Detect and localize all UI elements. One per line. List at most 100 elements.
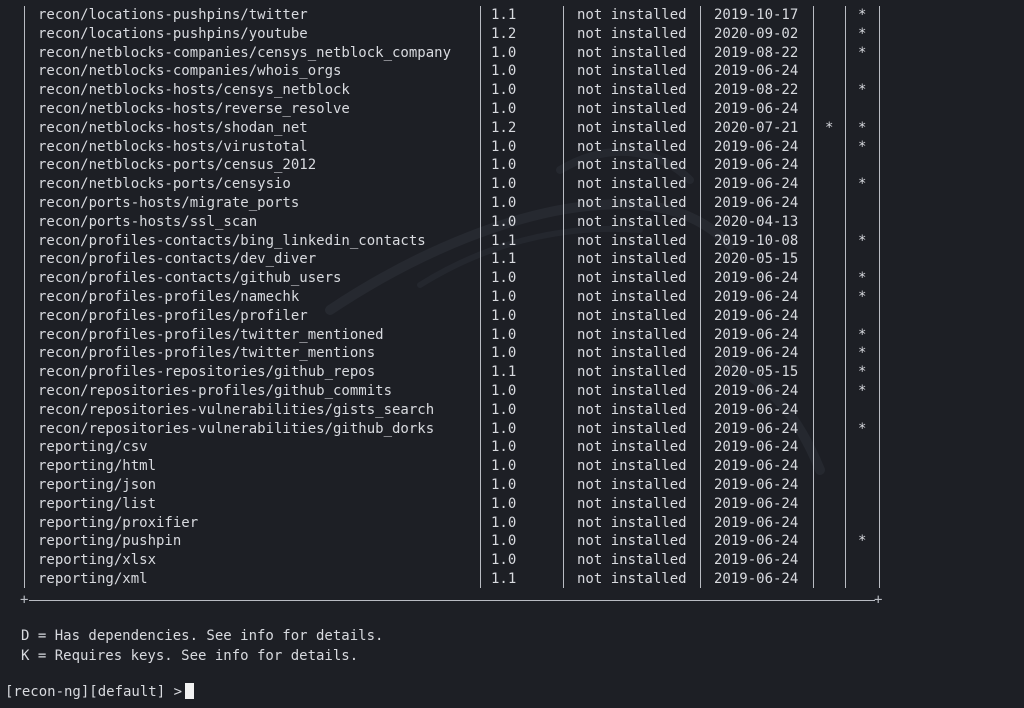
module-updated: 2019-06-24 <box>714 345 799 362</box>
module-status: not installed <box>577 119 687 136</box>
module-updated: 2019-06-24 <box>714 157 799 174</box>
table-corner-left: + <box>20 592 29 608</box>
module-status: not installed <box>577 514 687 531</box>
module-name: recon/locations-pushpins/youtube <box>38 25 308 42</box>
module-updated: 2019-06-24 <box>714 176 799 193</box>
module-updated: 2019-08-22 <box>714 82 799 99</box>
table-row: recon/netblocks-companies/whois_orgs 1.0 n… <box>0 62 900 81</box>
module-status: not installed <box>577 495 687 512</box>
module-version: 1.0 <box>491 101 517 117</box>
table-row: reporting/list 1.0 not installed 2019-06-24 <box>0 495 900 514</box>
module-status: not installed <box>577 477 687 493</box>
module-keys-flag: * <box>858 289 867 305</box>
module-name: recon/netblocks-hosts/reverse_resolve <box>38 101 350 117</box>
module-name: reporting/pushpin <box>38 533 182 550</box>
module-version: 1.0 <box>491 326 517 343</box>
table-row: recon/profiles-profiles/profiler 1.0 not i… <box>0 307 900 326</box>
module-version: 1.0 <box>491 495 517 512</box>
module-status: not installed <box>577 213 687 230</box>
module-keys-flag: * <box>858 176 867 193</box>
module-version: 1.0 <box>491 82 517 99</box>
module-keys-flag: * <box>858 533 867 550</box>
module-status: not installed <box>577 439 687 456</box>
module-status: not installed <box>577 383 687 399</box>
module-version: 1.0 <box>491 458 517 475</box>
module-version: 1.0 <box>491 552 517 569</box>
module-updated: 2019-06-24 <box>714 458 799 475</box>
module-version: 1.0 <box>491 195 517 211</box>
module-updated: 2019-06-24 <box>714 401 799 418</box>
module-name: reporting/xlsx <box>38 552 157 569</box>
module-name: reporting/html <box>38 458 157 475</box>
module-name: recon/ports-hosts/ssl_scan <box>38 213 258 230</box>
legend-dependencies: D = Has dependencies. See info for detai… <box>21 628 384 644</box>
module-version: 1.1 <box>491 232 517 249</box>
module-status: not installed <box>577 157 687 174</box>
module-name: recon/netblocks-companies/whois_orgs <box>38 63 342 80</box>
module-status: not installed <box>577 63 687 80</box>
table-row: recon/profiles-profiles/twitter_mentions… <box>0 344 900 363</box>
table-row: recon/ports-hosts/migrate_ports 1.0 not in… <box>0 194 900 213</box>
legend-keys: K = Requires keys. See info for details. <box>21 648 359 664</box>
module-keys-flag: * <box>858 326 867 343</box>
module-version: 1.0 <box>491 439 517 456</box>
table-row: recon/netblocks-companies/censys_netbloc… <box>0 44 900 63</box>
module-updated: 2019-06-24 <box>714 326 799 343</box>
module-version: 1.1 <box>491 571 517 587</box>
module-keys-flag: * <box>858 420 867 437</box>
table-row: recon/netblocks-hosts/shodan_net 1.2 not i… <box>0 119 900 138</box>
terminal-window[interactable]: + + recon/locations-pushpins/twitter 1.1 n… <box>0 0 1024 708</box>
module-version: 1.0 <box>491 514 517 531</box>
table-row: recon/locations-pushpins/twitter 1.1 not i… <box>0 6 900 25</box>
module-name: reporting/json <box>38 477 157 493</box>
module-updated: 2019-06-24 <box>714 270 799 287</box>
text-cursor[interactable] <box>185 683 195 699</box>
module-updated: 2019-10-17 <box>714 7 799 23</box>
module-dependencies-flag: * <box>825 119 834 136</box>
module-status: not installed <box>577 420 687 437</box>
module-status: not installed <box>577 458 687 475</box>
module-name: recon/repositories-vulnerabilities/gists… <box>38 401 435 418</box>
table-row: reporting/proxifier 1.0 not installed 2019-… <box>0 514 900 533</box>
module-name: recon/profiles-profiles/namechk <box>38 289 300 305</box>
module-updated: 2020-09-02 <box>714 25 799 42</box>
module-status: not installed <box>577 101 687 117</box>
module-name: recon/netblocks-hosts/shodan_net <box>38 119 308 136</box>
table-row: recon/profiles-profiles/twitter_mentione… <box>0 326 900 345</box>
module-updated: 2019-06-24 <box>714 552 799 569</box>
module-version: 1.0 <box>491 420 517 437</box>
table-row: reporting/xlsx 1.0 not installed 2019-06-24 <box>0 551 900 570</box>
module-updated: 2019-06-24 <box>714 101 799 117</box>
module-updated: 2019-08-22 <box>714 44 799 61</box>
table-corner-right: + <box>874 592 883 608</box>
table-row: recon/profiles-repositories/github_repos… <box>0 363 900 382</box>
module-updated: 2020-07-21 <box>714 119 799 136</box>
module-version: 1.0 <box>491 213 517 230</box>
module-keys-flag: * <box>858 232 867 249</box>
table-row: recon/netblocks-hosts/reverse_resolve 1.0… <box>0 100 900 119</box>
table-row: recon/repositories-profiles/github_commi… <box>0 382 900 401</box>
table-row: recon/profiles-contacts/dev_diver 1.1 not … <box>0 250 900 269</box>
module-version: 1.0 <box>491 383 517 399</box>
module-version: 1.1 <box>491 364 517 381</box>
module-status: not installed <box>577 552 687 569</box>
module-updated: 2019-06-24 <box>714 439 799 456</box>
prompt-text: [recon-ng][default] > <box>5 684 183 700</box>
module-name: recon/profiles-profiles/twitter_mentione… <box>38 326 384 343</box>
module-status: not installed <box>577 44 687 61</box>
table-row: recon/repositories-vulnerabilities/githu… <box>0 420 900 439</box>
table-row: reporting/xml 1.1 not installed 2019-06-24 <box>0 570 900 589</box>
module-updated: 2019-06-24 <box>714 307 799 324</box>
module-updated: 2019-10-08 <box>714 232 799 249</box>
module-status: not installed <box>577 345 687 362</box>
module-updated: 2019-06-24 <box>714 477 799 493</box>
module-status: not installed <box>577 364 687 381</box>
module-status: not installed <box>577 7 687 23</box>
command-prompt[interactable]: [recon-ng][default] > <box>5 683 195 701</box>
module-keys-flag: * <box>858 138 867 155</box>
module-name: recon/ports-hosts/migrate_ports <box>38 195 300 211</box>
table-row: recon/repositories-vulnerabilities/gists… <box>0 401 900 420</box>
module-keys-flag: * <box>858 383 867 399</box>
module-name: reporting/xml <box>38 571 148 587</box>
module-name: recon/locations-pushpins/twitter <box>38 7 308 23</box>
